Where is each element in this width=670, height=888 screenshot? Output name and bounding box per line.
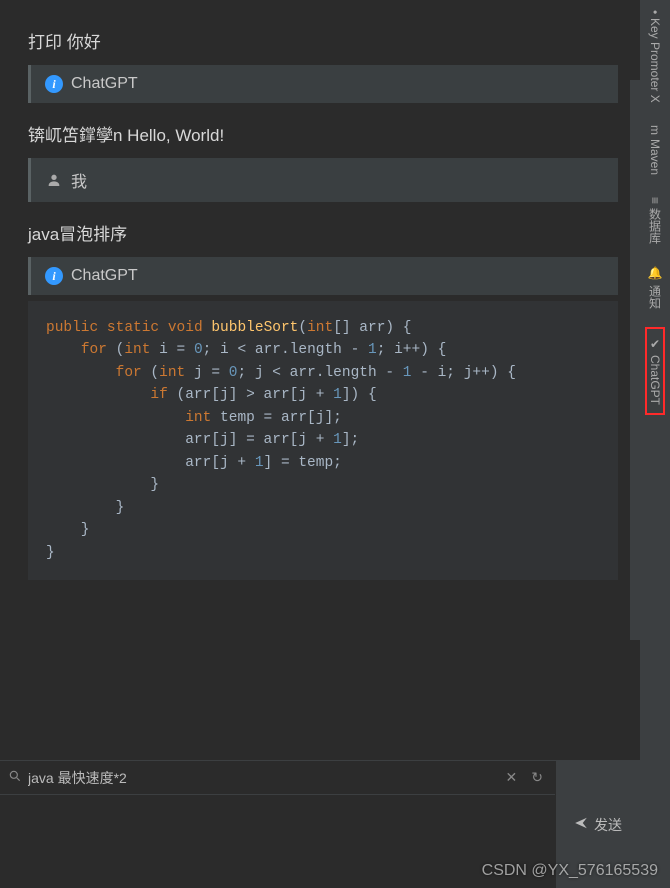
sidebar-tab-database[interactable]: ≡ 数据库 [645,193,666,248]
user-name: 我 [71,168,87,192]
user-message-text: java冒泡排序 [28,220,618,245]
sidebar-tab-label: Key Promoter X [648,18,662,103]
sidebar-tab-label: ChatGPT [648,355,662,405]
chatgpt-icon: ✔ [648,337,662,351]
send-label: 发送 [594,815,622,835]
watermark: CSDN @YX_576165539 [482,862,658,880]
assistant-header: i ChatGPT [28,257,618,295]
info-icon: i [45,267,63,285]
code-block[interactable]: public static void bubbleSort(int[] arr)… [28,301,618,580]
send-icon [574,816,588,833]
right-sidebar: • Key Promoter X m Maven ≡ 数据库 🔔 通知 ✔ ChatGPT [640,0,670,888]
chat-pane: 打印 你好 i ChatGPT 锛屼笘鐣孿n Hello, World! 我 j… [0,0,640,760]
assistant-name: ChatGPT [71,267,138,285]
sidebar-tab-label: 数据库 [647,208,664,244]
sidebar-tab-notifications[interactable]: 🔔 通知 [645,262,666,313]
key-promoter-icon: • [648,10,662,14]
person-icon [45,171,63,189]
sidebar-tab-label: 通知 [647,285,664,309]
database-icon: ≡ [648,197,662,204]
maven-icon: m [648,125,662,135]
user-header: 我 [28,158,618,202]
refresh-icon[interactable]: ↻ [527,767,547,788]
sidebar-tab-label: Maven [648,139,662,175]
search-icon [8,769,22,786]
chat-input[interactable] [28,770,496,786]
input-left: ✕ ↻ [0,761,555,888]
assistant-name: ChatGPT [71,75,138,93]
notifications-icon: 🔔 [648,266,662,281]
input-row: ✕ ↻ [0,761,555,795]
sidebar-tab-key-promoter[interactable]: • Key Promoter X [646,6,664,107]
info-icon: i [45,75,63,93]
assistant-header: i ChatGPT [28,65,618,103]
main-area: 打印 你好 i ChatGPT 锛屼笘鐣孿n Hello, World! 我 j… [0,0,640,888]
sidebar-tab-chatgpt[interactable]: ✔ ChatGPT [645,327,665,415]
scrollbar[interactable] [630,80,640,640]
clear-icon[interactable]: ✕ [502,767,522,788]
sidebar-tab-maven[interactable]: m Maven [646,121,664,179]
user-message-text: 打印 你好 [28,28,618,53]
assistant-message-text: 锛屼笘鐣孿n Hello, World! [28,121,618,146]
